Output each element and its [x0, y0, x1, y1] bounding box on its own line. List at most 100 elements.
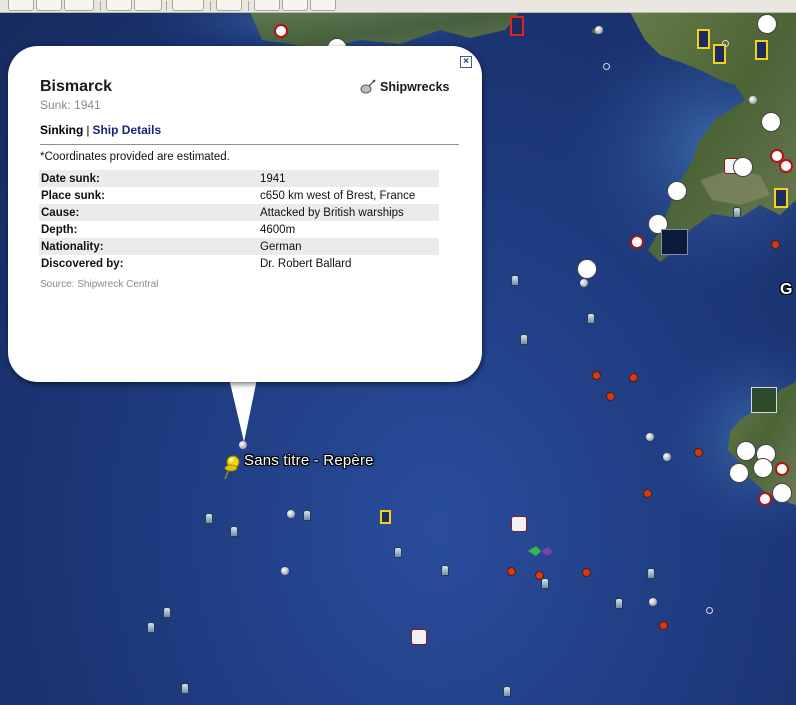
buoy-icon[interactable]: [503, 686, 511, 697]
panorama-360-icon[interactable]: [775, 462, 789, 476]
buoy-icon[interactable]: [511, 275, 519, 286]
table-row: Cause: Attacked by British warships: [39, 204, 439, 221]
buoy-icon[interactable]: [615, 598, 623, 609]
buoy-icon[interactable]: [441, 565, 449, 576]
coordinates-note: *Coordinates provided are estimated.: [40, 151, 230, 163]
photo-thumbnail-icon[interactable]: [751, 387, 777, 413]
marker-icon[interactable]: [507, 567, 516, 576]
shipwreck-icon: [360, 79, 376, 94]
cyclist-icon[interactable]: [733, 157, 753, 177]
hiker-icon[interactable]: [753, 458, 773, 478]
shipwreck-icon[interactable]: [580, 279, 588, 287]
marker-icon[interactable]: [592, 371, 601, 380]
marker-icon[interactable]: [606, 392, 615, 401]
detail-value: c650 km west of Brest, France: [260, 189, 416, 202]
photo-frame-icon[interactable]: [755, 40, 768, 60]
webcam-icon[interactable]: [667, 181, 687, 201]
toolbar-button[interactable]: [282, 0, 308, 11]
photo-frame-icon[interactable]: [697, 29, 710, 49]
toolbar-separator: [248, 1, 249, 11]
webcam-icon[interactable]: [772, 483, 792, 503]
buoy-icon[interactable]: [147, 622, 155, 633]
buoy-icon[interactable]: [394, 547, 402, 558]
tab-ship-details[interactable]: Ship Details: [92, 123, 161, 137]
placemark-icon[interactable]: [706, 607, 713, 614]
buoy-icon[interactable]: [181, 683, 189, 694]
shipwreck-icon[interactable]: [649, 598, 657, 606]
toolbar-button[interactable]: [36, 0, 62, 11]
marker-icon[interactable]: [643, 489, 652, 498]
toolbar-button[interactable]: [254, 0, 280, 11]
close-icon[interactable]: ×: [460, 56, 472, 68]
placemark-icon[interactable]: [603, 63, 610, 70]
detail-label: Nationality:: [39, 238, 258, 255]
photo-frame-icon[interactable]: [510, 16, 524, 36]
table-row: Nationality: German: [39, 238, 439, 255]
shipwreck-icon[interactable]: [663, 453, 671, 461]
buoy-icon[interactable]: [587, 313, 595, 324]
shipwreck-icon[interactable]: [646, 433, 654, 441]
flag-icon[interactable]: [528, 545, 554, 557]
panorama-360-icon[interactable]: [758, 492, 772, 506]
detail-label: Place sunk:: [41, 189, 105, 202]
marker-icon[interactable]: [582, 568, 591, 577]
pushpin-icon[interactable]: [222, 454, 242, 480]
webcam-icon[interactable]: [761, 112, 781, 132]
detail-value: Dr. Robert Ballard: [260, 257, 352, 270]
youtube-icon[interactable]: [411, 629, 427, 645]
toolbar-button[interactable]: [8, 0, 34, 11]
table-row: Place sunk: c650 km west of Brest, Franc…: [39, 187, 439, 204]
toolbar-separator: [166, 1, 167, 11]
toolbar-separator: [100, 1, 101, 11]
layer-name-label: Shipwrecks: [380, 79, 450, 94]
buoy-icon[interactable]: [520, 334, 528, 345]
pushpin-label[interactable]: Sans titre - Repère: [244, 452, 374, 469]
shipwreck-icon[interactable]: [281, 567, 289, 575]
toolbar-button[interactable]: [64, 0, 94, 11]
panorama-360-icon[interactable]: [274, 24, 288, 38]
buoy-icon[interactable]: [303, 510, 311, 521]
detail-value: 4600m: [260, 223, 296, 236]
toolbar-button[interactable]: [216, 0, 242, 11]
aimc-logo-icon[interactable]: [661, 229, 688, 255]
buoy-icon[interactable]: [733, 207, 741, 218]
layer-name[interactable]: Shipwrecks: [360, 79, 449, 94]
panorama-360-icon[interactable]: [779, 159, 793, 173]
toolbar-separator: [210, 1, 211, 11]
hiker-icon[interactable]: [736, 441, 756, 461]
table-row: Depth: 4600m: [39, 221, 439, 238]
marker-icon[interactable]: [535, 571, 544, 580]
detail-label: Cause:: [39, 204, 258, 221]
marker-icon[interactable]: [694, 448, 703, 457]
toolbar-button[interactable]: [134, 0, 162, 11]
balloon-tail: [228, 374, 258, 442]
photo-frame-icon[interactable]: [774, 188, 788, 208]
shipwreck-icon[interactable]: [595, 26, 603, 34]
youtube-icon[interactable]: [511, 516, 527, 532]
balloon-tabs: Sinking | Ship Details: [40, 123, 161, 137]
toolbar-button[interactable]: [310, 0, 336, 11]
toolbar: [0, 0, 796, 13]
shipwreck-icon[interactable]: [749, 96, 757, 104]
webcam-icon[interactable]: [577, 259, 597, 279]
marker-icon[interactable]: [659, 621, 668, 630]
panorama-360-icon[interactable]: [630, 235, 644, 249]
detail-label: Discovered by:: [41, 257, 124, 270]
buoy-icon[interactable]: [163, 607, 171, 618]
photo-frame-icon[interactable]: [380, 510, 391, 524]
toolbar-button[interactable]: [172, 0, 204, 11]
photo-frame-icon[interactable]: [713, 44, 726, 64]
hiker-icon[interactable]: [757, 14, 777, 34]
tab-sinking[interactable]: Sinking: [40, 123, 83, 137]
buoy-icon[interactable]: [647, 568, 655, 579]
toolbar-button[interactable]: [106, 0, 132, 11]
marker-icon[interactable]: [629, 373, 638, 382]
marker-icon[interactable]: [771, 240, 780, 249]
details-table: Date sunk: 1941 Place sunk: c650 km west…: [39, 170, 439, 272]
balloon-title: Bismarck: [40, 78, 113, 95]
hiker-icon[interactable]: [729, 463, 749, 483]
shipwreck-icon[interactable]: [287, 510, 295, 518]
buoy-icon[interactable]: [205, 513, 213, 524]
buoy-icon[interactable]: [541, 578, 549, 589]
buoy-icon[interactable]: [230, 526, 238, 537]
